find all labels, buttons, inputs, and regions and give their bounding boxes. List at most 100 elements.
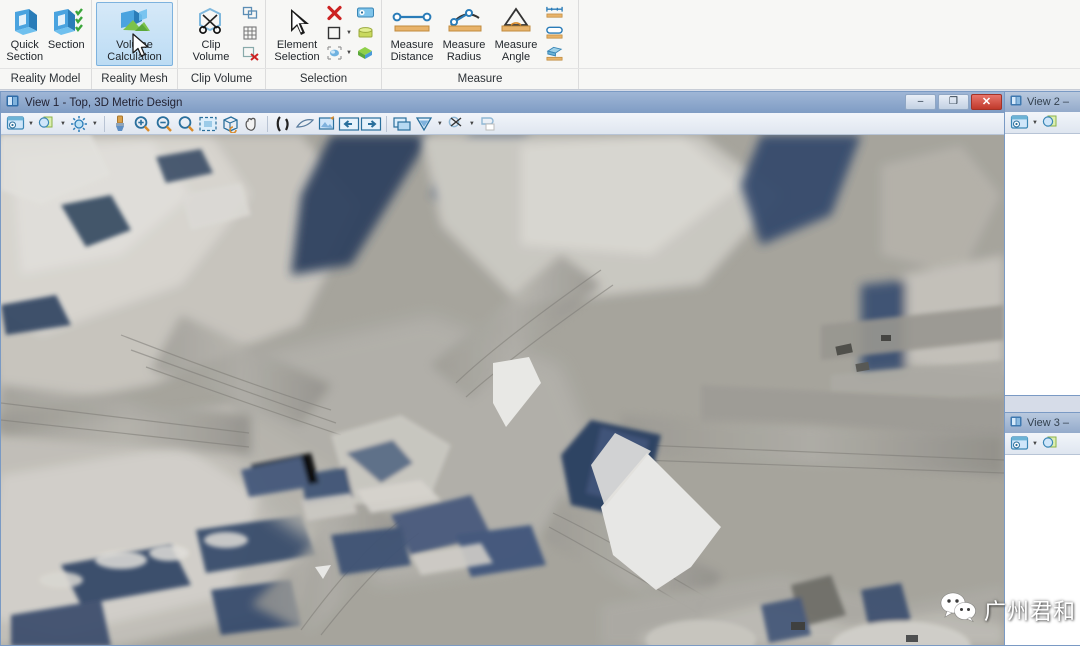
- quick-section-button[interactable]: Quick Section: [4, 2, 46, 66]
- group-label-reality-mesh: Reality Mesh: [92, 69, 178, 89]
- view-attributes-button[interactable]: [4, 114, 26, 134]
- view-attributes-button[interactable]: [1008, 434, 1030, 454]
- fly-button[interactable]: [294, 114, 316, 134]
- view-previous-button[interactable]: [338, 114, 360, 134]
- isolate-elements-button[interactable]: [355, 43, 376, 63]
- display-style-button[interactable]: [36, 114, 58, 134]
- view-3-canvas[interactable]: [1005, 455, 1080, 646]
- volume-calculation-label: Volume Calculation: [107, 40, 161, 63]
- clip-section-button[interactable]: [445, 114, 467, 134]
- display-style-button[interactable]: [1040, 113, 1062, 133]
- close-icon: ✕: [982, 97, 991, 108]
- view-3-title-bar[interactable]: View 3 –: [1005, 413, 1080, 433]
- toolbar-separator: [267, 116, 268, 132]
- chevron-down-icon[interactable]: ▼: [437, 121, 443, 127]
- chevron-down-icon[interactable]: ▼: [469, 121, 475, 127]
- measure-angle-label: Measure Angle: [495, 40, 538, 63]
- info-chip-icon: [356, 4, 375, 22]
- chevron-down-icon[interactable]: ▼: [346, 50, 352, 56]
- measure-volume-button[interactable]: [544, 43, 565, 63]
- green-cylinder-icon: [356, 24, 375, 42]
- rotate-view-button[interactable]: [219, 114, 241, 134]
- red-x-icon: [325, 4, 344, 22]
- chevron-down-icon[interactable]: ▼: [1032, 120, 1038, 126]
- section-button[interactable]: Section: [46, 2, 88, 66]
- view-1-toolbar: ▼ ▼ ▼: [1, 113, 1004, 135]
- section-cube-icon: [8, 5, 42, 39]
- measure-volume-icon: [545, 44, 564, 62]
- measure-area-button[interactable]: [544, 23, 565, 43]
- close-button[interactable]: ✕: [971, 94, 1002, 110]
- minimize-icon: –: [918, 97, 924, 107]
- clip-element-view-button[interactable]: [477, 114, 499, 134]
- group-label-clip-volume: Clip Volume: [178, 69, 266, 89]
- view-2-toolbar: ▼: [1005, 112, 1080, 134]
- measure-length-button[interactable]: [544, 3, 565, 23]
- selection-display-commands: [355, 2, 376, 66]
- element-info-button[interactable]: [355, 23, 376, 43]
- quick-section-label: Quick Section: [6, 40, 43, 63]
- clip-mask-button[interactable]: [413, 114, 435, 134]
- fence-selection-button[interactable]: ▼: [324, 43, 355, 63]
- view-window-icon: [1010, 414, 1022, 432]
- volume-calculation-button[interactable]: Volume Calculation: [96, 2, 173, 66]
- clip-volume-button[interactable]: Clip Volume: [182, 2, 240, 66]
- clip-volume-view-button[interactable]: [391, 114, 413, 134]
- measure-radius-button[interactable]: Measure Radius: [438, 2, 490, 66]
- selection-box-button[interactable]: ▼: [324, 23, 355, 43]
- apply-clip-button[interactable]: [240, 23, 261, 43]
- ribbon-group-reality-mesh: Volume Calculation: [92, 0, 178, 68]
- adjust-brightness-button[interactable]: [68, 114, 90, 134]
- toolbar-separator: [104, 116, 105, 132]
- group-label-empty: [579, 69, 1080, 89]
- element-selection-label: Element Selection: [274, 40, 319, 63]
- group-label-measure: Measure: [382, 69, 579, 89]
- clip-volume-label: Clip Volume: [193, 40, 230, 63]
- view-1-title-bar[interactable]: View 1 - Top, 3D Metric Design – ❐ ✕: [1, 92, 1004, 113]
- fit-view-button[interactable]: [197, 114, 219, 134]
- view-2-title-bar[interactable]: View 2 –: [1005, 92, 1080, 112]
- display-style-button[interactable]: [1040, 434, 1062, 454]
- zoom-out-button[interactable]: [153, 114, 175, 134]
- restore-button[interactable]: ❐: [938, 94, 969, 110]
- chevron-down-icon[interactable]: ▼: [346, 30, 352, 36]
- toolbar-separator: [386, 116, 387, 132]
- view-2-canvas[interactable]: [1005, 134, 1080, 396]
- clear-selection-button[interactable]: [324, 3, 355, 23]
- view-1-title-text: View 1 - Top, 3D Metric Design: [25, 97, 182, 109]
- view-2-title-text: View 2 –: [1027, 96, 1069, 108]
- zoom-in-button[interactable]: [131, 114, 153, 134]
- 3d-view-canvas[interactable]: [1, 135, 1004, 646]
- element-selection-button[interactable]: Element Selection: [270, 2, 324, 66]
- measure-distance-button[interactable]: Measure Distance: [386, 2, 438, 66]
- clip-element-button[interactable]: [240, 3, 261, 23]
- view-next-button[interactable]: [360, 114, 382, 134]
- chevron-down-icon[interactable]: ▼: [92, 121, 98, 127]
- ribbon-group-selection: Element Selection: [266, 0, 382, 68]
- clip-element-icon: [241, 4, 260, 22]
- measure-angle-button[interactable]: Measure Angle: [490, 2, 542, 66]
- window-area-button[interactable]: [175, 114, 197, 134]
- pan-view-button[interactable]: [241, 114, 263, 134]
- fence-select-icon: [325, 44, 344, 62]
- section-label: Section: [48, 40, 85, 52]
- minimize-button[interactable]: –: [905, 94, 936, 110]
- ribbon-group-measure: Measure Distance Measure: [382, 0, 579, 68]
- copy-view-button[interactable]: [316, 114, 338, 134]
- chevron-down-icon[interactable]: ▼: [1032, 441, 1038, 447]
- walk-button[interactable]: [272, 114, 294, 134]
- view-1-window: View 1 - Top, 3D Metric Design – ❐ ✕: [0, 91, 1005, 646]
- green-stack-icon: [356, 44, 375, 62]
- level-display-button[interactable]: [355, 3, 376, 23]
- clip-volume-small-commands: [240, 2, 261, 66]
- arrow-pointer-icon: [282, 5, 312, 39]
- chevron-down-icon[interactable]: ▼: [28, 121, 34, 127]
- clear-clip-icon: [241, 44, 260, 62]
- measure-area-icon: [545, 24, 564, 42]
- reality-mesh-render: [1, 135, 1004, 646]
- view-attributes-button[interactable]: [1008, 113, 1030, 133]
- update-view-button[interactable]: [109, 114, 131, 134]
- chevron-down-icon[interactable]: ▼: [60, 121, 66, 127]
- view-3-title-text: View 3 –: [1027, 417, 1069, 429]
- clear-clip-button[interactable]: [240, 43, 261, 63]
